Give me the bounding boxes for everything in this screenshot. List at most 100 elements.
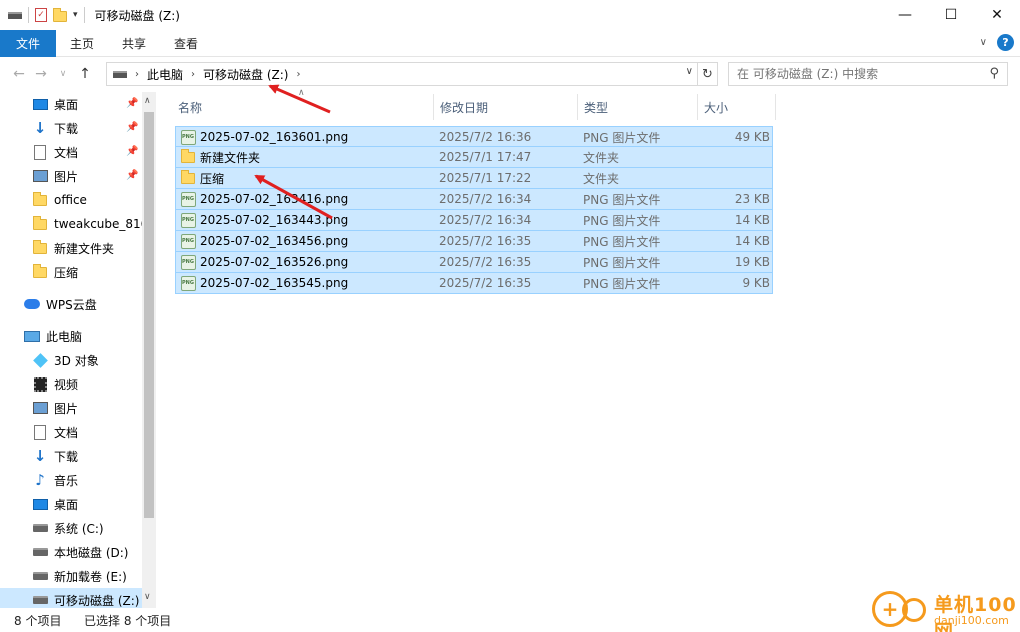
chevron-down-icon[interactable]: ∨ bbox=[686, 66, 693, 77]
cloud-icon bbox=[24, 299, 40, 309]
column-header-date[interactable]: 修改日期 bbox=[434, 94, 578, 120]
download-icon: ↓ bbox=[33, 447, 47, 465]
sidebar-item-desktop[interactable]: 桌面 bbox=[0, 92, 142, 116]
column-header-type[interactable]: 类型 bbox=[578, 94, 698, 120]
forward-icon[interactable]: → bbox=[30, 62, 52, 86]
tab-view[interactable]: 查看 bbox=[160, 30, 212, 57]
file-date: 2025/7/2 16:34 bbox=[439, 192, 532, 206]
sidebar-item-videos[interactable]: 视频 bbox=[0, 372, 142, 396]
file-row[interactable]: 新建文件夹 2025/7/1 17:47 文件夹 bbox=[175, 147, 773, 168]
tab-share[interactable]: 共享 bbox=[108, 30, 160, 57]
help-icon[interactable]: ? bbox=[997, 34, 1014, 51]
folder-icon bbox=[33, 215, 47, 230]
file-row[interactable]: PNG 2025-07-02_163526.png 2025/7/2 16:35 … bbox=[175, 252, 773, 273]
expand-ribbon-icon[interactable]: ∨ bbox=[980, 37, 987, 48]
new-folder-icon[interactable] bbox=[53, 8, 67, 22]
up-icon[interactable]: ↑ bbox=[74, 62, 96, 86]
file-row[interactable]: 压缩 2025/7/1 17:22 文件夹 bbox=[175, 168, 773, 189]
file-name: 2025-07-02_163545.png bbox=[200, 276, 349, 290]
search-input[interactable] bbox=[737, 67, 977, 81]
sidebar-item-label: 文档 bbox=[54, 145, 79, 160]
sidebar-item-tweakcube[interactable]: tweakcube_816 bbox=[0, 212, 142, 236]
properties-icon[interactable]: ✓ bbox=[35, 8, 47, 22]
folder-icon bbox=[33, 191, 47, 206]
file-row[interactable]: PNG 2025-07-02_163443.png 2025/7/2 16:34 … bbox=[175, 210, 773, 231]
search-icon[interactable]: ⚲ bbox=[989, 66, 999, 81]
document-icon bbox=[34, 424, 46, 440]
file-type: PNG 图片文件 bbox=[583, 213, 661, 228]
sidebar-item-3d-objects[interactable]: 3D 对象 bbox=[0, 348, 142, 372]
maximize-button[interactable]: ☐ bbox=[928, 0, 974, 30]
sidebar-item-label: WPS云盘 bbox=[46, 297, 97, 312]
divider bbox=[83, 7, 85, 23]
breadcrumb-removable-disk[interactable]: 可移动磁盘 (Z:) bbox=[203, 66, 288, 83]
file-type: PNG 图片文件 bbox=[583, 255, 661, 270]
sidebar-item-wps-cloud[interactable]: WPS云盘 bbox=[0, 292, 142, 316]
scroll-down-icon[interactable]: ∨ bbox=[144, 592, 151, 602]
file-size: 49 KB bbox=[734, 130, 770, 144]
scrollbar-thumb[interactable] bbox=[144, 112, 154, 518]
drive-icon bbox=[32, 548, 48, 556]
close-button[interactable]: ✕ bbox=[974, 0, 1020, 30]
pin-icon[interactable]: 📌 bbox=[126, 98, 138, 109]
sidebar-item-documents[interactable]: 文档 bbox=[0, 140, 142, 164]
sidebar-item-label: 压缩 bbox=[54, 265, 79, 280]
file-size bbox=[676, 147, 770, 167]
address-bar[interactable]: › 此电脑 › 可移动磁盘 (Z:) › ∨ bbox=[106, 62, 698, 86]
recent-locations-icon[interactable]: ∨ bbox=[52, 62, 74, 86]
pin-icon[interactable]: 📌 bbox=[126, 122, 138, 133]
file-row[interactable]: PNG 2025-07-02_163456.png 2025/7/2 16:35 … bbox=[175, 231, 773, 252]
sidebar-item-documents-pc[interactable]: 文档 bbox=[0, 420, 142, 444]
file-type: PNG 图片文件 bbox=[583, 234, 661, 249]
sidebar-item-drive-z[interactable]: 可移动磁盘 (Z:) bbox=[0, 588, 142, 608]
file-row[interactable]: PNG 2025-07-02_163416.png 2025/7/2 16:34 … bbox=[175, 189, 773, 210]
file-size: 14 KB bbox=[734, 234, 770, 248]
sidebar-item-label: 图片 bbox=[54, 169, 79, 184]
file-size: 19 KB bbox=[734, 255, 770, 269]
selected-count: 已选择 8 个项目 bbox=[84, 613, 172, 628]
file-date: 2025/7/2 16:34 bbox=[439, 213, 532, 227]
navigation-pane: 桌面 📌 ↓ 下载 📌 文档 📌 图片 📌 office tweakcube_8… bbox=[0, 92, 158, 608]
pin-icon[interactable]: 📌 bbox=[126, 170, 138, 181]
minimize-button[interactable]: — bbox=[882, 0, 928, 30]
file-row[interactable]: PNG 2025-07-02_163545.png 2025/7/2 16:35 … bbox=[175, 273, 773, 294]
pin-icon[interactable]: 📌 bbox=[126, 146, 138, 157]
sidebar-item-drive-d[interactable]: 本地磁盘 (D:) bbox=[0, 540, 142, 564]
tab-home[interactable]: 主页 bbox=[56, 30, 108, 57]
file-name: 新建文件夹 bbox=[200, 150, 261, 165]
tab-file[interactable]: 文件 bbox=[0, 29, 57, 57]
back-icon[interactable]: ← bbox=[8, 62, 30, 86]
folder-icon bbox=[181, 148, 195, 163]
sidebar-item-pictures[interactable]: 图片 bbox=[0, 164, 142, 188]
chevron-right-icon[interactable]: › bbox=[135, 69, 139, 80]
refresh-button[interactable]: ↻ bbox=[698, 62, 718, 86]
sidebar-item-label: 新建文件夹 bbox=[54, 241, 115, 256]
sidebar-item-downloads[interactable]: ↓ 下载 bbox=[0, 116, 142, 140]
column-header-size[interactable]: 大小 bbox=[698, 94, 776, 120]
watermark-logo: + 单机100网 danji100.com bbox=[870, 588, 1020, 632]
file-type: 文件夹 bbox=[583, 171, 620, 186]
sidebar-item-drive-e[interactable]: 新加载卷 (E:) bbox=[0, 564, 142, 588]
file-date: 2025/7/2 16:36 bbox=[439, 130, 532, 144]
drive-icon[interactable] bbox=[8, 11, 22, 19]
sidebar-item-compress[interactable]: 压缩 bbox=[0, 260, 142, 284]
sidebar-item-this-pc[interactable]: 此电脑 bbox=[0, 324, 142, 348]
sidebar-item-music[interactable]: ♪ 音乐 bbox=[0, 468, 142, 492]
sidebar-item-new-folder[interactable]: 新建文件夹 bbox=[0, 236, 142, 260]
sidebar-scrollbar[interactable]: ∧ ∨ bbox=[142, 92, 156, 608]
file-row[interactable]: PNG 2025-07-02_163601.png 2025/7/2 16:36 … bbox=[175, 126, 773, 147]
breadcrumb-this-pc[interactable]: 此电脑 bbox=[147, 66, 183, 83]
chevron-down-icon[interactable]: ▾ bbox=[73, 10, 78, 20]
chevron-right-icon[interactable]: › bbox=[296, 69, 300, 80]
sidebar-item-drive-c[interactable]: 系统 (C:) bbox=[0, 516, 142, 540]
file-size: 14 KB bbox=[734, 213, 770, 227]
column-header-name[interactable]: 名称 bbox=[172, 94, 434, 120]
sidebar-item-desktop-pc[interactable]: 桌面 bbox=[0, 492, 142, 516]
sidebar-item-pictures-pc[interactable]: 图片 bbox=[0, 396, 142, 420]
chevron-right-icon[interactable]: › bbox=[191, 69, 195, 80]
scroll-up-icon[interactable]: ∧ bbox=[144, 96, 151, 106]
sidebar-item-office[interactable]: office bbox=[0, 188, 142, 212]
search-box[interactable]: ⚲ bbox=[728, 62, 1008, 86]
file-type: 文件夹 bbox=[583, 150, 620, 165]
sidebar-item-downloads-pc[interactable]: ↓ 下载 bbox=[0, 444, 142, 468]
